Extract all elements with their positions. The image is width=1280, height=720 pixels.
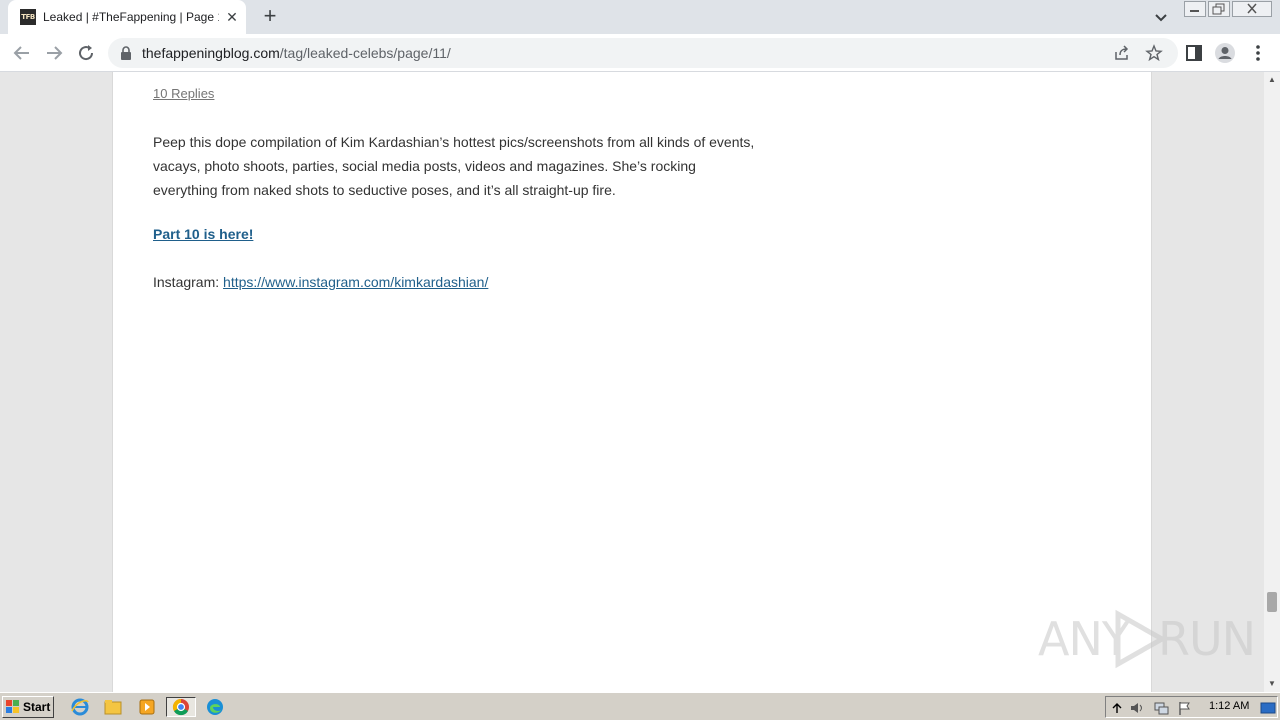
url-text: thefappeningblog.com/tag/leaked-celebs/p… xyxy=(142,45,451,61)
network-icon[interactable] xyxy=(1153,700,1169,716)
system-tray: 1:12 AM xyxy=(1105,696,1278,718)
profile-avatar-icon[interactable] xyxy=(1214,42,1236,64)
start-label: Start xyxy=(23,700,51,714)
forward-button[interactable] xyxy=(42,41,66,65)
reload-button[interactable] xyxy=(74,41,98,65)
windows-logo-icon xyxy=(6,700,19,713)
close-window-button[interactable] xyxy=(1232,1,1272,17)
page-viewport: 10 Replies Peep this dope compilation of… xyxy=(0,72,1264,692)
bookmark-star-icon[interactable] xyxy=(1145,44,1163,62)
url-domain: thefappeningblog.com xyxy=(142,45,280,61)
chrome-icon xyxy=(172,698,189,716)
minimize-button[interactable] xyxy=(1184,1,1206,17)
address-bar[interactable]: thefappeningblog.com/tag/leaked-celebs/p… xyxy=(108,38,1178,68)
tab-close-icon[interactable]: ✕ xyxy=(223,8,241,26)
chrome-taskbar-button[interactable] xyxy=(166,697,196,717)
file-explorer-icon[interactable] xyxy=(102,697,124,717)
anyrun-watermark: ANY RUN xyxy=(1038,604,1256,674)
tab-search-button[interactable] xyxy=(1150,8,1172,28)
media-player-icon[interactable] xyxy=(136,697,158,717)
start-button[interactable]: Start xyxy=(2,696,54,718)
volume-icon[interactable] xyxy=(1129,700,1145,716)
share-icon[interactable] xyxy=(1113,44,1131,62)
internet-explorer-icon[interactable] xyxy=(69,697,91,717)
watermark-right: RUN xyxy=(1158,612,1256,666)
edge-icon[interactable] xyxy=(204,697,226,717)
kebab-menu-icon[interactable] xyxy=(1247,42,1269,64)
browser-tab[interactable]: TFB Leaked | #TheFappening | Page 11 ✕ xyxy=(8,0,246,34)
reload-icon xyxy=(79,45,94,61)
taskbar-clock[interactable]: 1:12 AM xyxy=(1209,700,1249,712)
part-10-link[interactable]: Part 10 is here! xyxy=(153,226,253,242)
show-desktop-icon[interactable] xyxy=(1260,700,1276,716)
browser-toolbar: thefappeningblog.com/tag/leaked-celebs/p… xyxy=(0,34,1280,72)
new-tab-button[interactable]: + xyxy=(258,5,282,29)
scroll-down-arrow-icon[interactable]: ▼ xyxy=(1264,676,1280,692)
side-panel-icon[interactable] xyxy=(1183,42,1205,64)
back-button[interactable] xyxy=(10,41,34,65)
back-arrow-icon xyxy=(13,46,29,60)
forward-arrow-icon xyxy=(47,46,63,60)
replies-link[interactable]: 10 Replies xyxy=(153,86,214,101)
action-center-flag-icon[interactable] xyxy=(1177,700,1193,716)
article-card: 10 Replies Peep this dope compilation of… xyxy=(112,72,1256,692)
scroll-up-arrow-icon[interactable]: ▲ xyxy=(1264,72,1280,88)
restore-icon xyxy=(1212,3,1225,15)
close-icon xyxy=(1247,3,1257,14)
instagram-link[interactable]: https://www.instagram.com/kimkardashian/ xyxy=(223,274,488,290)
tab-strip: TFB Leaked | #TheFappening | Page 11 ✕ + xyxy=(0,0,1280,34)
site-favicon: TFB xyxy=(20,9,36,25)
vertical-scrollbar[interactable]: ▲ ▼ xyxy=(1264,72,1280,692)
lock-icon[interactable] xyxy=(120,46,132,60)
instagram-line: Instagram: https://www.instagram.com/kim… xyxy=(153,274,488,290)
article-paragraph: Peep this dope compilation of Kim Kardas… xyxy=(153,134,755,198)
restore-button[interactable] xyxy=(1208,1,1230,17)
instagram-label: Instagram: xyxy=(153,274,224,290)
tab-title: Leaked | #TheFappening | Page 11 xyxy=(43,10,219,24)
windows-taskbar: Start 1:12 AM xyxy=(0,692,1280,720)
url-path: /tag/leaked-celebs/page/11/ xyxy=(279,45,451,61)
chevron-down-icon xyxy=(1155,14,1167,22)
scrollbar-thumb[interactable] xyxy=(1267,592,1277,612)
tray-expand-icon[interactable] xyxy=(1109,700,1125,716)
minimize-icon xyxy=(1190,10,1199,12)
